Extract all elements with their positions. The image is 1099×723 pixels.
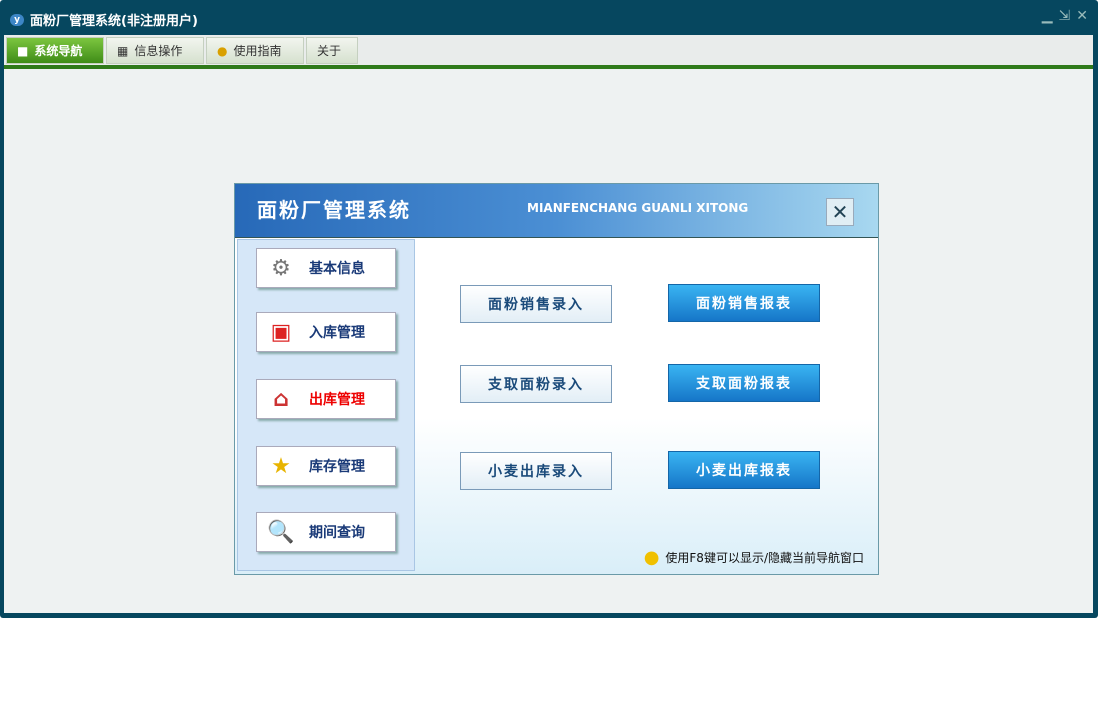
inventory-button[interactable]: ★ 库存管理: [256, 446, 396, 486]
restore-icon[interactable]: ⇲: [1059, 8, 1071, 24]
search-icon: 🔍: [267, 519, 295, 545]
help-icon: ●: [217, 43, 228, 58]
lightbulb-icon: ●: [643, 547, 660, 568]
stock-out-button[interactable]: ⌂ 出库管理: [256, 379, 396, 419]
tab-info-ops[interactable]: ▦ 信息操作: [106, 37, 204, 64]
tab-label: 系统导航: [34, 44, 83, 58]
window-title: 面粉厂管理系统(非注册用户): [30, 14, 198, 29]
star-icon: ★: [271, 453, 291, 479]
minimize-icon[interactable]: ▁: [1042, 8, 1053, 24]
stock-in-button[interactable]: ▣ 入库管理: [256, 312, 396, 352]
close-icon[interactable]: ✕: [1076, 8, 1088, 24]
tab-guide[interactable]: ● 使用指南: [206, 37, 304, 64]
panel-title: 面粉厂管理系统: [257, 198, 411, 222]
tab-system-nav[interactable]: ■ 系统导航: [6, 37, 104, 64]
flour-sales-entry-button[interactable]: 面粉销售录入: [460, 285, 612, 323]
tab-bar: ■ 系统导航 ▦ 信息操作 ● 使用指南 关于: [4, 35, 1093, 65]
wheat-out-entry-button[interactable]: 小麦出库录入: [460, 452, 612, 490]
grid-icon: ▦: [117, 43, 129, 58]
monitor-icon: ■: [17, 43, 29, 58]
navigation-panel: 面粉厂管理系统 MIANFENCHANG GUANLI XITONG ✕ ⚙ 基本…: [234, 183, 879, 575]
panel-subtitle: MIANFENCHANG GUANLI XITONG: [527, 201, 749, 215]
button-label: 基本信息: [309, 261, 365, 277]
tab-label: 关于: [317, 44, 342, 58]
button-label: 期间查询: [309, 525, 365, 541]
panel-header: 面粉厂管理系统 MIANFENCHANG GUANLI XITONG ✕: [235, 184, 878, 238]
side-menu: ⚙ 基本信息 ▣ 入库管理 ⌂ 出库管理 ★ 库存管理 🔍 期间查询: [237, 239, 415, 571]
button-label: 出库管理: [309, 392, 365, 408]
flour-withdraw-entry-button[interactable]: 支取面粉录入: [460, 365, 612, 403]
flour-sales-report-button[interactable]: 面粉销售报表: [668, 284, 820, 322]
tab-about[interactable]: 关于: [306, 37, 358, 64]
tab-label: 使用指南: [233, 44, 282, 58]
button-label: 入库管理: [309, 325, 365, 341]
gear-icon: ⚙: [271, 255, 291, 281]
title-bar: y 面粉厂管理系统(非注册用户): [10, 10, 198, 29]
tip-text: 使用F8键可以显示/隐藏当前导航窗口: [665, 551, 864, 565]
tab-label: 信息操作: [134, 44, 183, 58]
app-logo-icon: y: [10, 13, 24, 26]
flour-withdraw-report-button[interactable]: 支取面粉报表: [668, 364, 820, 402]
home-icon: ⌂: [273, 386, 289, 412]
basic-info-button[interactable]: ⚙ 基本信息: [256, 248, 396, 288]
period-query-button[interactable]: 🔍 期间查询: [256, 512, 396, 552]
wheat-out-report-button[interactable]: 小麦出库报表: [668, 451, 820, 489]
panel-close-button[interactable]: ✕: [826, 198, 854, 226]
button-label: 库存管理: [309, 459, 365, 475]
alert-monitor-icon: ▣: [270, 319, 292, 345]
tip: ● 使用F8键可以显示/隐藏当前导航窗口: [644, 547, 864, 568]
